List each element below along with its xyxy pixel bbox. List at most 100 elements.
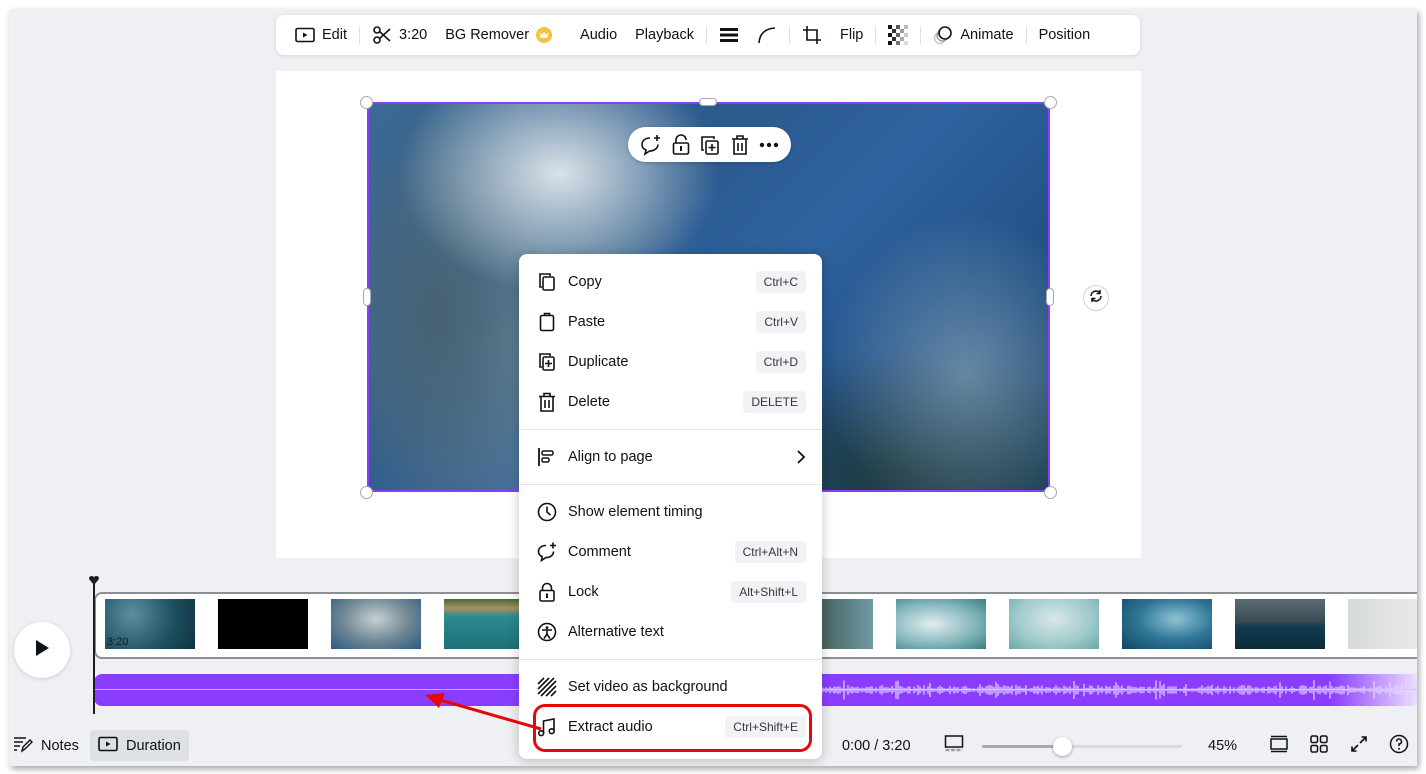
toolbar-divider	[359, 26, 360, 44]
trash-icon[interactable]	[730, 134, 750, 156]
resize-handle-bottom-right[interactable]	[1044, 486, 1057, 499]
edit-button[interactable]: Edit	[286, 19, 356, 51]
position-label: Position	[1038, 27, 1091, 43]
clock-icon	[537, 502, 557, 522]
play-button[interactable]	[14, 622, 70, 678]
grid-view-button[interactable]	[1308, 735, 1330, 757]
timeline-view-button[interactable]	[943, 735, 965, 757]
resize-handle-right[interactable]	[1046, 288, 1054, 306]
menu-item-paste[interactable]: Paste Ctrl+V	[519, 302, 822, 342]
bg-remover-button[interactable]: BG Remover	[436, 19, 561, 51]
menu-item-set-video-as-background[interactable]: Set video as background	[519, 667, 822, 707]
menu-item-label: Alternative text	[568, 624, 664, 640]
rotate-icon	[1089, 289, 1103, 308]
clip-thumbnail	[218, 599, 308, 649]
rotate-button[interactable]	[1083, 285, 1109, 311]
playhead-line[interactable]	[93, 583, 95, 714]
shortcut-badge: Ctrl+D	[755, 351, 806, 373]
expand-icon	[1350, 735, 1368, 757]
fullscreen-button[interactable]	[1348, 735, 1370, 757]
duration-button[interactable]: Duration	[90, 730, 189, 761]
lock-icon[interactable]	[671, 133, 691, 156]
bg-remover-label: BG Remover	[445, 27, 530, 43]
help-button[interactable]	[1388, 734, 1410, 757]
music-note-icon	[537, 717, 557, 737]
menu-item-label: Extract audio	[568, 719, 653, 735]
menu-item-copy[interactable]: Copy Ctrl+C	[519, 262, 822, 302]
menu-item-label: Copy	[568, 274, 602, 290]
context-menu: Copy Ctrl+C Paste Ctrl+V Duplicate Ctrl+D Dele…	[519, 254, 822, 759]
duration-label: 3:20	[399, 27, 428, 43]
menu-item-extract-audio[interactable]: Extract audio Ctrl+Shift+E	[519, 704, 822, 752]
playback-button[interactable]: Playback	[626, 19, 703, 51]
shortcut-badge: Ctrl+Shift+E	[725, 716, 806, 738]
shortcut-badge: Alt+Shift+L	[731, 581, 806, 603]
playhead-marker[interactable]	[88, 573, 100, 585]
position-button[interactable]: Position	[1030, 19, 1100, 51]
menu-item-alternative-text[interactable]: Alternative text	[519, 612, 822, 652]
page-view-button[interactable]	[1268, 735, 1290, 757]
transparency-icon	[888, 25, 909, 45]
align-icon	[537, 447, 557, 467]
timeline-view-icon	[944, 735, 964, 757]
shortcut-badge: DELETE	[743, 391, 806, 413]
menu-divider	[519, 429, 822, 430]
toolbar-divider	[788, 26, 790, 44]
trash-icon	[537, 392, 557, 412]
clip-thumbnail	[1348, 599, 1417, 649]
lock-icon	[537, 582, 557, 602]
border-style-icon	[719, 26, 739, 44]
resize-handle-left[interactable]	[363, 288, 371, 306]
animate-button[interactable]: Animate	[924, 19, 1022, 51]
clip-thumbnail	[1009, 599, 1099, 649]
play-icon	[34, 639, 50, 662]
playback-label: Playback	[635, 27, 694, 43]
element-toolbar: Edit 3:20 BG Remover Audio Playback Flip…	[276, 15, 1140, 55]
duplicate-icon[interactable]	[699, 134, 721, 156]
clip-thumbnail	[1235, 599, 1325, 649]
resize-handle-top-left[interactable]	[360, 96, 373, 109]
element-quick-actions	[628, 127, 791, 162]
menu-item-duplicate[interactable]: Duplicate Ctrl+D	[519, 342, 822, 382]
audio-label: Audio	[580, 27, 618, 43]
play-box-icon	[98, 736, 118, 756]
more-icon[interactable]	[759, 142, 779, 148]
flip-label: Flip	[839, 27, 864, 43]
clip-duration-label: 3:20	[107, 636, 129, 648]
menu-item-lock[interactable]: Lock Alt+Shift+L	[519, 572, 822, 612]
clip-thumbnail	[331, 599, 421, 649]
trim-button[interactable]: 3:20	[363, 19, 436, 51]
menu-item-delete[interactable]: Delete DELETE	[519, 382, 822, 422]
menu-item-align-to-page[interactable]: Align to page	[519, 437, 822, 477]
toolbar-divider	[920, 26, 922, 44]
zoom-slider[interactable]	[982, 737, 1182, 756]
crown-icon	[536, 27, 553, 43]
scissors-icon	[372, 25, 392, 45]
crop-button[interactable]	[793, 19, 831, 51]
border-style-button[interactable]	[710, 19, 748, 51]
resize-handle-top-right[interactable]	[1044, 96, 1057, 109]
corner-rounding-button[interactable]	[748, 19, 786, 51]
transparency-button[interactable]	[879, 19, 917, 51]
zoom-percent[interactable]: 45%	[1208, 738, 1237, 754]
menu-item-label: Paste	[568, 314, 606, 330]
menu-item-show-element-timing[interactable]: Show element timing	[519, 492, 822, 532]
zoom-slider-knob[interactable]	[1053, 737, 1072, 756]
resize-handle-bottom-left[interactable]	[360, 486, 373, 499]
menu-item-label: Lock	[568, 584, 599, 600]
menu-item-comment[interactable]: Comment Ctrl+Alt+N	[519, 532, 822, 572]
menu-item-label: Show element timing	[568, 504, 703, 520]
resize-handle-top[interactable]	[699, 98, 717, 106]
page-view-icon	[1269, 735, 1289, 757]
copy-icon	[537, 272, 557, 292]
notes-button[interactable]: Notes	[9, 730, 87, 761]
shortcut-badge: Ctrl+C	[755, 271, 806, 293]
comment-add-icon[interactable]	[640, 134, 662, 156]
menu-item-label: Comment	[568, 544, 631, 560]
play-box-icon	[295, 27, 315, 43]
flip-button[interactable]: Flip	[831, 19, 872, 51]
corner-rounding-icon	[757, 26, 777, 44]
audio-waveform	[822, 680, 1417, 700]
crop-icon	[802, 25, 822, 45]
audio-button[interactable]: Audio	[571, 19, 626, 51]
